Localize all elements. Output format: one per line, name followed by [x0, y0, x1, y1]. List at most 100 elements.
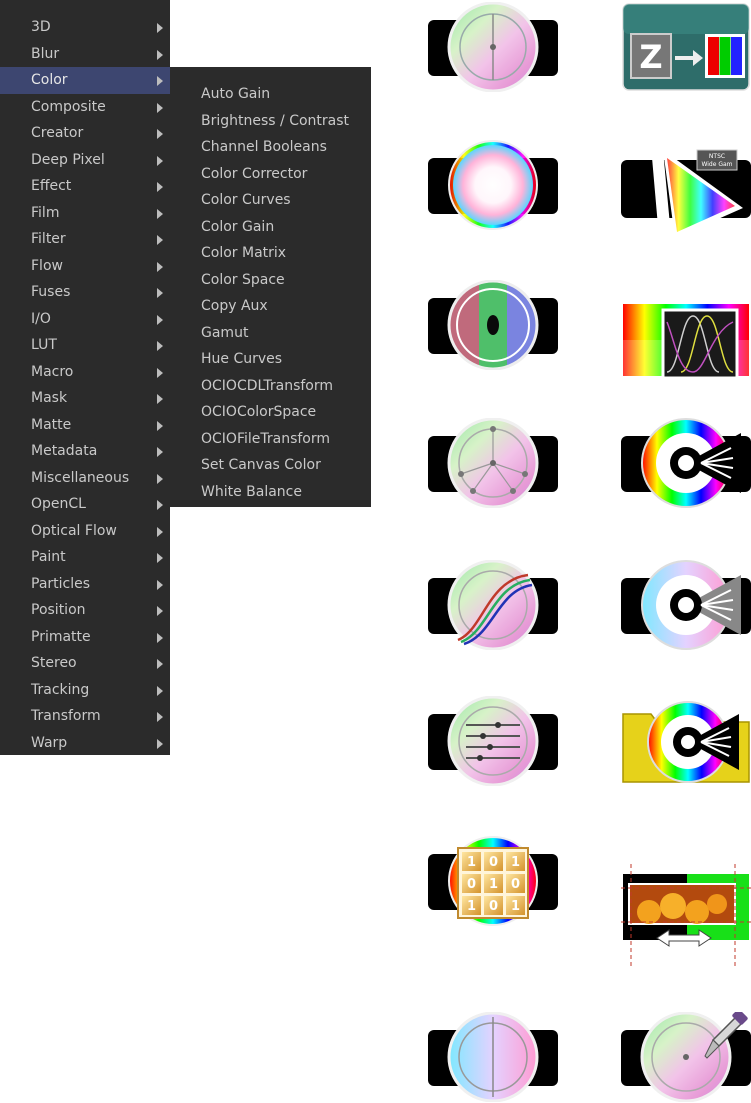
menu-item-label: Flow: [31, 257, 63, 274]
menu-item-mask[interactable]: Mask: [0, 385, 170, 412]
menu-item-filter[interactable]: Filter: [0, 226, 170, 253]
menu-item-stereo[interactable]: Stereo: [0, 650, 170, 677]
menu-item-matte[interactable]: Matte: [0, 412, 170, 439]
menu-item-particles[interactable]: Particles: [0, 571, 170, 598]
menu-item-label: Matte: [31, 416, 72, 433]
submenu-item-color-corrector[interactable]: Color Corrector: [170, 161, 371, 188]
menu-item-label: Primatte: [31, 628, 91, 645]
chevron-right-icon: [157, 420, 163, 431]
chevron-right-icon: [157, 155, 163, 166]
menu-item-creator[interactable]: Creator: [0, 120, 170, 147]
matrix-cell: 1: [489, 877, 498, 892]
chevron-right-icon: [157, 712, 163, 722]
gamut-badge-line1: NTSC: [709, 153, 725, 160]
matrix-cell: 1: [511, 899, 520, 914]
matrix-cell: 1: [467, 855, 476, 870]
color-curves-icon: [428, 560, 558, 650]
menu-item-metadata[interactable]: Metadata: [0, 438, 170, 465]
chevron-right-icon: [157, 659, 163, 669]
menu-item-label: Blur: [31, 45, 60, 62]
menu-item-position[interactable]: Position: [0, 597, 170, 624]
menu-item-label: Creator: [31, 125, 84, 141]
menu-item-paint[interactable]: Paint: [0, 544, 170, 571]
main-menu: 3D Blur Color Composite Creator Deep Pix…: [0, 0, 170, 755]
submenu-item-hue-curves[interactable]: Hue Curves: [170, 346, 371, 373]
menu-item-label: Paint: [31, 549, 66, 565]
chevron-right-icon: [157, 341, 163, 351]
copy-aux-letter: Z: [639, 38, 662, 76]
submenu-item-color-matrix[interactable]: Color Matrix: [170, 240, 371, 267]
chevron-right-icon: [157, 500, 163, 510]
chevron-right-icon: [157, 314, 163, 325]
menu-item-blur[interactable]: Blur: [0, 41, 170, 68]
copy-aux-icon: Z: [621, 2, 751, 92]
chevron-right-icon: [157, 288, 163, 298]
submenu-item-ociocolorspace[interactable]: OCIOColorSpace: [170, 399, 371, 426]
menu-item-miscellaneous[interactable]: Miscellaneous: [0, 465, 170, 492]
submenu-item-channel-booleans[interactable]: Channel Booleans: [170, 134, 371, 161]
color-submenu: Auto Gain Brightness / Contrast Channel …: [170, 67, 371, 507]
menu-item-warp[interactable]: Warp: [0, 730, 170, 757]
submenu-item-set-canvas-color[interactable]: Set Canvas Color: [170, 452, 371, 479]
menu-item-label: Film: [31, 204, 60, 221]
matrix-cell: 0: [489, 855, 498, 870]
menu-item-macro[interactable]: Macro: [0, 359, 170, 386]
chevron-right-icon: [157, 579, 163, 590]
matrix-cell: 0: [467, 877, 476, 892]
menu-item-fuses[interactable]: Fuses: [0, 279, 170, 306]
color-matrix-icon: 1 0 1 0 1 0 1 0 1: [428, 836, 558, 926]
menu-item-color[interactable]: Color: [0, 67, 170, 94]
chevron-right-icon: [157, 235, 163, 245]
channel-booleans-icon: [428, 280, 558, 370]
menu-item-label: Metadata: [31, 443, 98, 459]
gamut-badge-line2: Wide Gam: [701, 161, 732, 168]
submenu-item-ociofiletransform[interactable]: OCIOFileTransform: [170, 426, 371, 453]
menu-item-label: Tracking: [31, 681, 90, 698]
menu-item-flow[interactable]: Flow: [0, 253, 170, 280]
menu-item-deep-pixel[interactable]: Deep Pixel: [0, 147, 170, 174]
matrix-cell: 1: [511, 855, 520, 870]
menu-item-3d[interactable]: 3D: [0, 14, 170, 41]
submenu-item-white-balance[interactable]: White Balance: [170, 479, 371, 506]
ociofiletransform-icon: [621, 696, 751, 786]
brightness-contrast-icon: [428, 140, 558, 230]
chevron-right-icon: [157, 738, 163, 749]
menu-item-label: LUT: [31, 337, 57, 353]
hue-curves-icon: [621, 302, 751, 392]
menu-item-tracking[interactable]: Tracking: [0, 677, 170, 704]
chevron-right-icon: [157, 367, 163, 378]
menu-item-opencl[interactable]: OpenCL: [0, 491, 170, 518]
menu-item-optical-flow[interactable]: Optical Flow: [0, 518, 170, 545]
menu-item-label: Composite: [31, 98, 106, 115]
menu-item-label: Filter: [31, 231, 66, 247]
submenu-item-color-space[interactable]: Color Space: [170, 267, 371, 294]
menu-item-label: Particles: [31, 575, 91, 592]
menu-item-label: 3D: [31, 19, 51, 35]
submenu-item-copy-aux[interactable]: Copy Aux: [170, 293, 371, 320]
menu-item-composite[interactable]: Composite: [0, 94, 170, 121]
chevron-right-icon: [157, 49, 163, 60]
submenu-item-auto-gain[interactable]: Auto Gain: [170, 81, 371, 108]
submenu-item-color-gain[interactable]: Color Gain: [170, 214, 371, 241]
menu-item-transform[interactable]: Transform: [0, 703, 170, 730]
menu-item-label: Warp: [31, 734, 68, 751]
menu-item-label: I/O: [31, 310, 51, 327]
chevron-right-icon: [157, 129, 163, 139]
submenu-item-brightness-contrast[interactable]: Brightness / Contrast: [170, 108, 371, 135]
menu-item-primatte[interactable]: Primatte: [0, 624, 170, 651]
submenu-item-gamut[interactable]: Gamut: [170, 320, 371, 347]
menu-item-label: Fuses: [31, 284, 71, 300]
white-balance-left-icon: [428, 1012, 558, 1102]
auto-gain-icon: [428, 2, 558, 92]
menu-item-film[interactable]: Film: [0, 200, 170, 227]
chevron-right-icon: [157, 685, 163, 696]
set-canvas-color-icon: [621, 860, 751, 968]
menu-item-lut[interactable]: LUT: [0, 332, 170, 359]
menu-item-label: Deep Pixel: [31, 151, 105, 168]
submenu-item-ociocdltransform[interactable]: OCIOCDLTransform: [170, 373, 371, 400]
menu-item-effect[interactable]: Effect: [0, 173, 170, 200]
submenu-item-color-curves[interactable]: Color Curves: [170, 187, 371, 214]
color-corrector-icon: [428, 418, 558, 508]
menu-item-io[interactable]: I/O: [0, 306, 170, 333]
menu-item-label: OpenCL: [31, 496, 86, 512]
